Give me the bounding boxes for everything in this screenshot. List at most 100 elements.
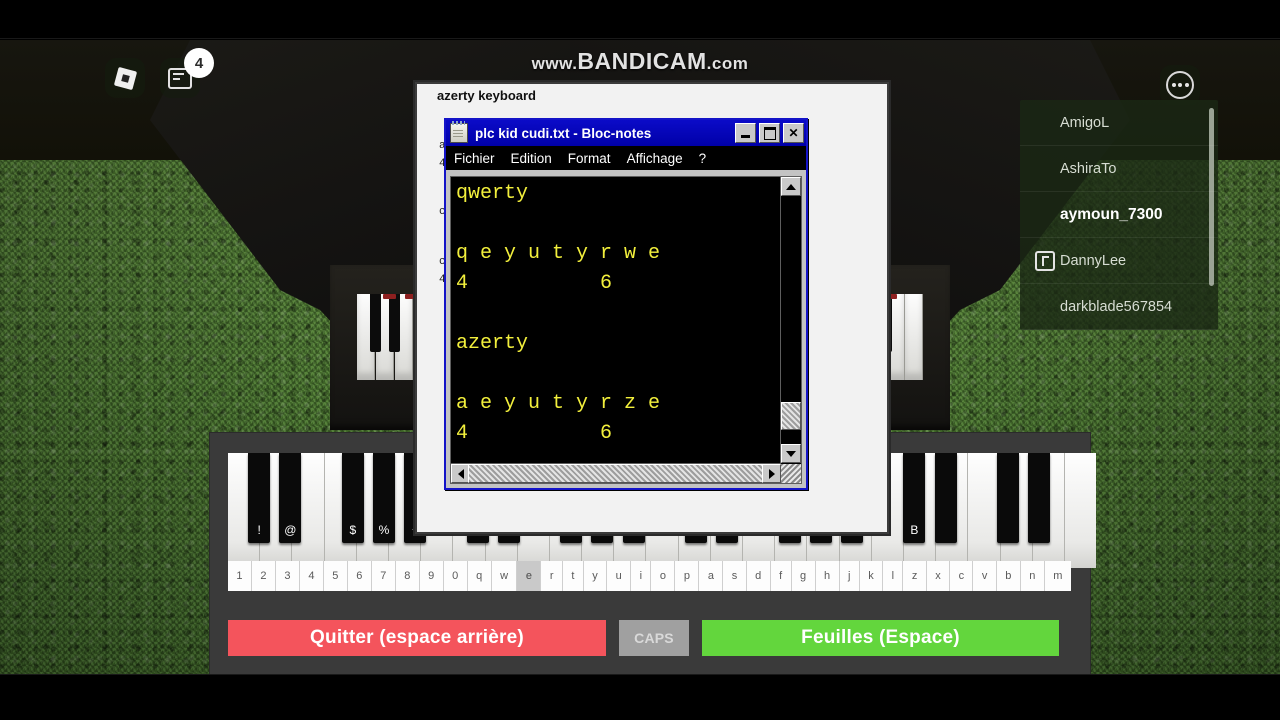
keyboard-key-s[interactable]: s bbox=[723, 561, 747, 591]
keyboard-key-t[interactable]: t bbox=[562, 561, 584, 591]
notepad-text-content[interactable]: qwerty q e y u t y r w e 4 6 azerty a e … bbox=[456, 179, 777, 463]
keyboard-key-j[interactable]: j bbox=[839, 561, 860, 591]
piano-black-key[interactable]: ! bbox=[248, 453, 271, 543]
notepad-title: plc kid cudi.txt - Bloc-notes bbox=[475, 125, 652, 141]
quit-button[interactable]: Quitter (espace arrière) bbox=[228, 620, 606, 656]
horizontal-scrollbar[interactable] bbox=[451, 463, 781, 483]
keyboard-key-2[interactable]: 2 bbox=[251, 561, 276, 591]
piano-black-key[interactable]: % bbox=[373, 453, 395, 543]
keyboard-key-3[interactable]: 3 bbox=[275, 561, 300, 591]
scroll-right-button[interactable] bbox=[762, 464, 781, 483]
piano-black-key[interactable] bbox=[934, 453, 957, 543]
keyboard-key-g[interactable]: g bbox=[791, 561, 816, 591]
window-controls: ✕ bbox=[735, 123, 804, 143]
sheets-button[interactable]: Feuilles (Espace) bbox=[702, 620, 1059, 656]
notepad-window[interactable]: plc kid cudi.txt - Bloc-notes ✕ Fichier E… bbox=[444, 118, 808, 490]
vertical-scroll-thumb[interactable] bbox=[781, 402, 801, 430]
keyboard-key-q[interactable]: q bbox=[467, 561, 492, 591]
menu-item-0[interactable]: Fichier bbox=[454, 151, 495, 166]
letterbox-bottom bbox=[0, 674, 1280, 720]
scroll-down-button[interactable] bbox=[781, 444, 801, 463]
keyboard-key-i[interactable]: i bbox=[631, 561, 652, 591]
keyboard-key-a[interactable]: a bbox=[699, 561, 724, 591]
keyboard-key-4[interactable]: 4 bbox=[299, 561, 324, 591]
menu-item-3[interactable]: Affichage bbox=[627, 151, 683, 166]
menu-item-4[interactable]: ? bbox=[699, 151, 707, 166]
piano-black-key-label: B bbox=[910, 523, 919, 537]
more-options-icon bbox=[1166, 71, 1194, 99]
piano-black-key-label: ! bbox=[257, 523, 261, 537]
resize-grip[interactable] bbox=[781, 464, 801, 483]
keyboard-key-0[interactable]: 0 bbox=[443, 561, 468, 591]
piano-black-key[interactable] bbox=[1028, 453, 1051, 543]
keyboard-key-r[interactable]: r bbox=[541, 561, 563, 591]
piano-black-key-label: $ bbox=[349, 523, 357, 537]
keyboard-key-f[interactable]: f bbox=[770, 561, 792, 591]
felt-strip-left-a bbox=[383, 294, 396, 299]
piano-black-key[interactable]: $ bbox=[341, 453, 364, 543]
watermark-suffix: .com bbox=[706, 54, 749, 73]
player-name: darkblade567854 bbox=[1060, 298, 1173, 315]
hud-button-row: Quitter (espace arrière) CAPS Feuilles (… bbox=[228, 620, 1071, 656]
maximize-button[interactable] bbox=[759, 123, 780, 143]
keyboard-key-b[interactable]: b bbox=[996, 561, 1021, 591]
keyboard-key-w[interactable]: w bbox=[491, 561, 518, 591]
piano-black-key[interactable] bbox=[997, 453, 1019, 543]
keyboard-key-h[interactable]: h bbox=[815, 561, 840, 591]
piano-white-key[interactable] bbox=[1064, 453, 1097, 568]
keyboard-key-e[interactable]: e bbox=[517, 561, 542, 591]
vertical-scrollbar[interactable] bbox=[780, 177, 801, 463]
player-list[interactable]: AmigoL AshiraTo aymoun_7300 DannyLee darkbla… bbox=[1020, 100, 1218, 330]
notepad-icon bbox=[450, 121, 468, 143]
player-name: AshiraTo bbox=[1060, 160, 1117, 177]
notepad-editor[interactable]: qwerty q e y u t y r w e 4 6 azerty a e … bbox=[450, 176, 802, 484]
close-button[interactable]: ✕ bbox=[783, 123, 804, 143]
player-name: aymoun_7300 bbox=[1060, 205, 1163, 223]
screenshot-root: !@$%^*LZCVB 1234567890qwertyuiopasdfghjk… bbox=[0, 0, 1280, 720]
watermark-brand: BANDICAM bbox=[577, 48, 707, 74]
keyboard-key-6[interactable]: 6 bbox=[347, 561, 372, 591]
player-list-item[interactable]: AmigoL bbox=[1020, 100, 1218, 146]
keyboard-key-z[interactable]: z bbox=[903, 561, 927, 591]
player-name: DannyLee bbox=[1060, 252, 1127, 269]
player-name: AmigoL bbox=[1060, 114, 1110, 131]
player-list-item[interactable]: darkblade567854 bbox=[1020, 284, 1218, 330]
minimize-button[interactable] bbox=[735, 123, 756, 143]
keyboard-key-v[interactable]: v bbox=[973, 561, 997, 591]
horizontal-scroll-thumb[interactable] bbox=[468, 464, 764, 483]
keyboard-key-k[interactable]: k bbox=[859, 561, 884, 591]
piano-white-key[interactable] bbox=[968, 453, 1001, 568]
keyboard-key-5[interactable]: 5 bbox=[323, 561, 348, 591]
keyboard-key-n[interactable]: n bbox=[1020, 561, 1045, 591]
keyboard-key-d[interactable]: d bbox=[746, 561, 771, 591]
player-list-item[interactable]: DannyLee bbox=[1020, 238, 1218, 284]
premium-badge-icon bbox=[1035, 250, 1055, 271]
player-list-item[interactable]: AshiraTo bbox=[1020, 146, 1218, 192]
keyboard-key-8[interactable]: 8 bbox=[395, 561, 420, 591]
letterbox-top bbox=[0, 0, 1280, 40]
keyboard-key-1[interactable]: 1 bbox=[228, 561, 252, 591]
keyboard-key-x[interactable]: x bbox=[926, 561, 951, 591]
menu-item-2[interactable]: Format bbox=[568, 151, 611, 166]
keyboard-key-p[interactable]: p bbox=[675, 561, 700, 591]
player-list-item[interactable]: aymoun_7300 bbox=[1020, 192, 1218, 238]
keyboard-key-7[interactable]: 7 bbox=[371, 561, 396, 591]
piano-black-key[interactable]: @ bbox=[279, 453, 302, 543]
keyboard-key-y[interactable]: y bbox=[583, 561, 608, 591]
menu-item-1[interactable]: Edition bbox=[511, 151, 552, 166]
keyboard-key-9[interactable]: 9 bbox=[419, 561, 444, 591]
watermark-prefix: www. bbox=[531, 54, 578, 73]
notepad-menu-bar[interactable]: Fichier Edition Format Affichage? bbox=[446, 146, 806, 170]
piano-black-key[interactable]: B bbox=[903, 453, 926, 543]
notepad-title-bar[interactable]: plc kid cudi.txt - Bloc-notes ✕ bbox=[446, 120, 806, 146]
keyboard-key-o[interactable]: o bbox=[651, 561, 676, 591]
keyboard-letter-row[interactable]: 1234567890qwertyuiopasdfghjklzxcvbnm bbox=[228, 561, 1071, 591]
keyboard-key-l[interactable]: l bbox=[883, 561, 904, 591]
piano-black-key-label: % bbox=[378, 523, 390, 537]
keyboard-key-m[interactable]: m bbox=[1044, 561, 1071, 591]
scroll-up-button[interactable] bbox=[781, 177, 801, 196]
keyboard-key-c[interactable]: c bbox=[950, 561, 974, 591]
caps-button[interactable]: CAPS bbox=[619, 620, 689, 656]
keyboard-key-u[interactable]: u bbox=[607, 561, 632, 591]
piano-black-key-label: @ bbox=[284, 523, 297, 537]
